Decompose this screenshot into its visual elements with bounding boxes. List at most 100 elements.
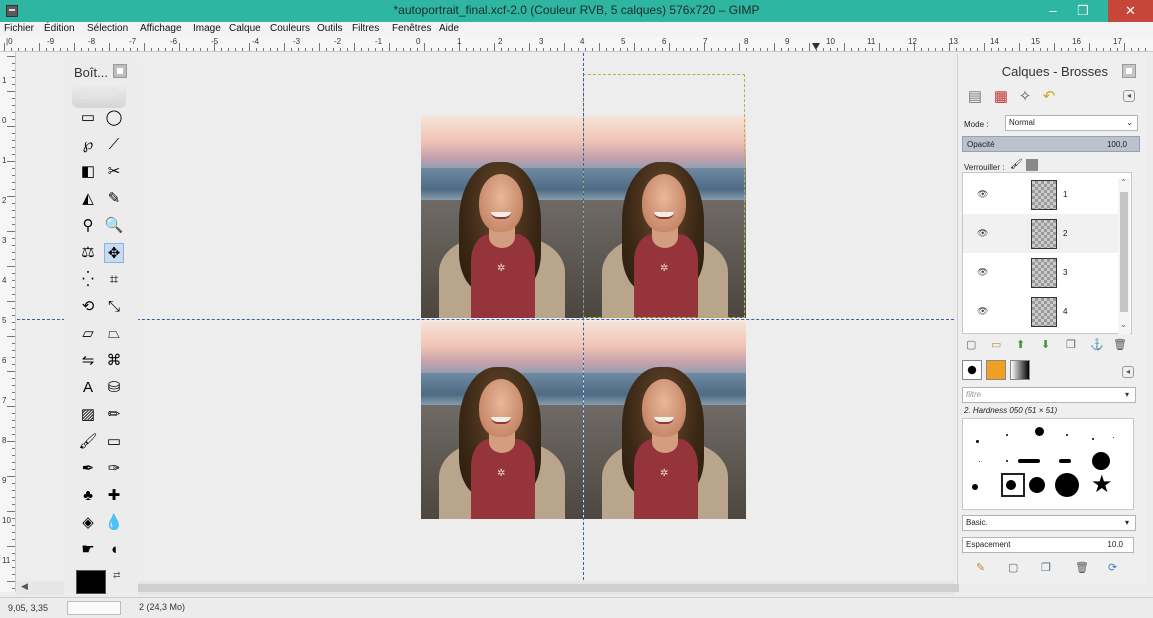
duplicate-brush-icon[interactable]: ❐ — [1041, 561, 1051, 574]
minimize-button[interactable]: – — [1040, 0, 1066, 22]
brush-preview[interactable] — [1018, 459, 1040, 463]
free-select-icon[interactable]: ℘ — [78, 135, 98, 155]
close-button[interactable]: ✕ — [1108, 0, 1153, 22]
menu-fichier[interactable]: Fichier — [4, 23, 34, 34]
layer-row[interactable]: 👁 4 — [963, 292, 1121, 331]
zoom-icon[interactable]: 🔍 — [104, 216, 124, 236]
dodge-burn-icon[interactable]: ◖ — [104, 540, 124, 560]
brush-grid[interactable]: ★ — [962, 418, 1134, 510]
opacity-slider[interactable]: Opacité 100,0 — [962, 136, 1140, 152]
toolbox-close-button[interactable] — [113, 64, 127, 78]
layer-row[interactable]: 👁 3 — [963, 253, 1121, 292]
text-icon[interactable]: A — [78, 378, 98, 398]
blur-icon[interactable]: 💧 — [104, 513, 124, 533]
brush-preview[interactable] — [1112, 436, 1114, 438]
spacing-slider[interactable]: Espacement 10.0 — [962, 537, 1134, 553]
menu-calque[interactable]: Calque — [229, 23, 261, 34]
canvas-horizontal-scrollbar[interactable]: ◀ — [17, 581, 959, 595]
new-brush-icon[interactable]: ▢ — [1008, 561, 1018, 574]
visibility-eye-icon[interactable]: 👁 — [977, 189, 988, 199]
perspective-clone-icon[interactable]: ◈ — [78, 513, 98, 533]
layer-row[interactable]: 👁 1 — [963, 175, 1121, 214]
brush-preview[interactable] — [1066, 434, 1068, 436]
horizontal-ruler[interactable]: |0 -9 -8 -7 -6 -5 -4 -3 -2 -1 0 1 2 3 4 5 6 7 8 9 10 11 12 13 14… — [0, 37, 1153, 52]
visibility-eye-icon[interactable]: 👁 — [977, 228, 988, 238]
scale-icon[interactable]: ⤡ — [104, 297, 124, 317]
cage-icon[interactable]: ⌘ — [104, 351, 124, 371]
eraser-icon[interactable]: ▭ — [104, 432, 124, 452]
foreground-color-swatch[interactable] — [76, 570, 106, 594]
unit-select[interactable] — [67, 601, 121, 615]
menu-edition[interactable]: Édition — [44, 23, 75, 34]
menu-couleurs[interactable]: Couleurs — [270, 23, 310, 34]
brush-preview[interactable] — [972, 484, 978, 490]
bucket-fill-icon[interactable]: ⛁ — [104, 378, 124, 398]
pencil-icon[interactable]: ✏ — [104, 405, 124, 425]
flip-icon[interactable]: ⇋ — [78, 351, 98, 371]
smudge-icon[interactable]: ☛ — [78, 540, 98, 560]
lower-layer-icon[interactable]: ⬇ — [1041, 338, 1050, 351]
scrollbar-thumb[interactable] — [119, 584, 959, 592]
patterns-tab-icon[interactable] — [986, 360, 1006, 380]
measure-icon[interactable]: ⚖ — [78, 243, 98, 263]
brush-set-select[interactable]: Basic. ▾ — [962, 515, 1136, 531]
layers-tab-icon[interactable]: ▤ — [964, 86, 986, 108]
brush-tab-menu-button[interactable]: ◂ — [1122, 366, 1134, 378]
ellipse-select-icon[interactable]: ◯ — [104, 108, 124, 128]
blend-icon[interactable]: ▨ — [78, 405, 98, 425]
paths-tab-icon[interactable]: ✧ — [1014, 86, 1036, 108]
visibility-eye-icon[interactable]: 👁 — [977, 267, 988, 277]
fuzzy-select-icon[interactable]: ⟋ — [104, 135, 124, 155]
foreground-select-icon[interactable]: ◭ — [78, 189, 98, 209]
delete-brush-icon[interactable]: 🗑 — [1075, 561, 1089, 574]
raise-layer-icon[interactable]: ⬆ — [1016, 338, 1025, 351]
menu-affichage[interactable]: Affichage — [140, 23, 182, 34]
brush-preview[interactable] — [975, 439, 979, 443]
brush-preview[interactable] — [1006, 460, 1008, 462]
swap-colors-icon[interactable]: ⇄ — [113, 570, 121, 581]
align-icon[interactable]: ⁛ — [78, 270, 98, 290]
layer-row[interactable]: 👁Arrière-plan — [963, 331, 1121, 333]
tab-menu-button[interactable]: ◂ — [1123, 90, 1135, 102]
brush-preview[interactable] — [1059, 459, 1071, 463]
vertical-ruler[interactable]: 10123456789101112 — [0, 52, 16, 592]
rotate-icon[interactable]: ⟲ — [78, 297, 98, 317]
anchor-layer-icon[interactable]: ⚓ — [1090, 338, 1104, 351]
brushes-tab-icon[interactable] — [962, 360, 982, 380]
perspective-icon[interactable]: ⏢ — [104, 324, 124, 344]
scroll-left-icon[interactable]: ◀ — [21, 581, 28, 592]
undo-tab-icon[interactable]: ↶ — [1038, 86, 1060, 108]
layer-row[interactable]: 👁 2 — [963, 214, 1121, 253]
lock-alpha-icon[interactable] — [1026, 159, 1038, 171]
menu-outils[interactable]: Outils — [317, 23, 343, 34]
gradients-tab-icon[interactable] — [1010, 360, 1030, 380]
star-brush-icon[interactable]: ★ — [1091, 473, 1113, 497]
brush-preview[interactable] — [1006, 480, 1016, 490]
brush-preview[interactable] — [1055, 473, 1079, 497]
delete-layer-icon[interactable]: 🗑 — [1113, 338, 1127, 351]
brush-preview[interactable] — [1029, 477, 1045, 493]
ink-icon[interactable]: ✑ — [104, 459, 124, 479]
rect-select-icon[interactable]: ▭ — [78, 108, 98, 128]
duplicate-layer-icon[interactable]: ❐ — [1066, 338, 1076, 351]
layer-name[interactable]: 4 — [1063, 307, 1067, 316]
crop-icon[interactable]: ⌗ — [104, 270, 124, 290]
mode-select[interactable]: Normal ⌄ — [1005, 115, 1138, 131]
brush-preview[interactable] — [1092, 452, 1110, 470]
clone-icon[interactable]: ♣ — [78, 486, 98, 506]
channels-tab-icon[interactable]: ▦ — [990, 86, 1012, 108]
brush-preview[interactable] — [1034, 426, 1044, 436]
dock-close-button[interactable] — [1122, 64, 1136, 78]
new-layer-icon[interactable]: ▢ — [966, 338, 976, 351]
scrollbar-thumb[interactable] — [1120, 192, 1128, 312]
maximize-button[interactable]: ❐ — [1070, 0, 1096, 22]
layer-name[interactable]: 1 — [1063, 190, 1067, 199]
color-picker-icon[interactable]: ⚲ — [78, 216, 98, 236]
heal-icon[interactable]: ✚ — [104, 486, 124, 506]
layer-name[interactable]: 3 — [1063, 268, 1067, 277]
paths-icon[interactable]: ✎ — [104, 189, 124, 209]
visibility-eye-icon[interactable]: 👁 — [977, 306, 988, 316]
layer-name[interactable]: 2 — [1063, 229, 1067, 238]
move-icon[interactable]: ✥ — [104, 243, 124, 263]
menu-filtres[interactable]: Filtres — [352, 23, 379, 34]
